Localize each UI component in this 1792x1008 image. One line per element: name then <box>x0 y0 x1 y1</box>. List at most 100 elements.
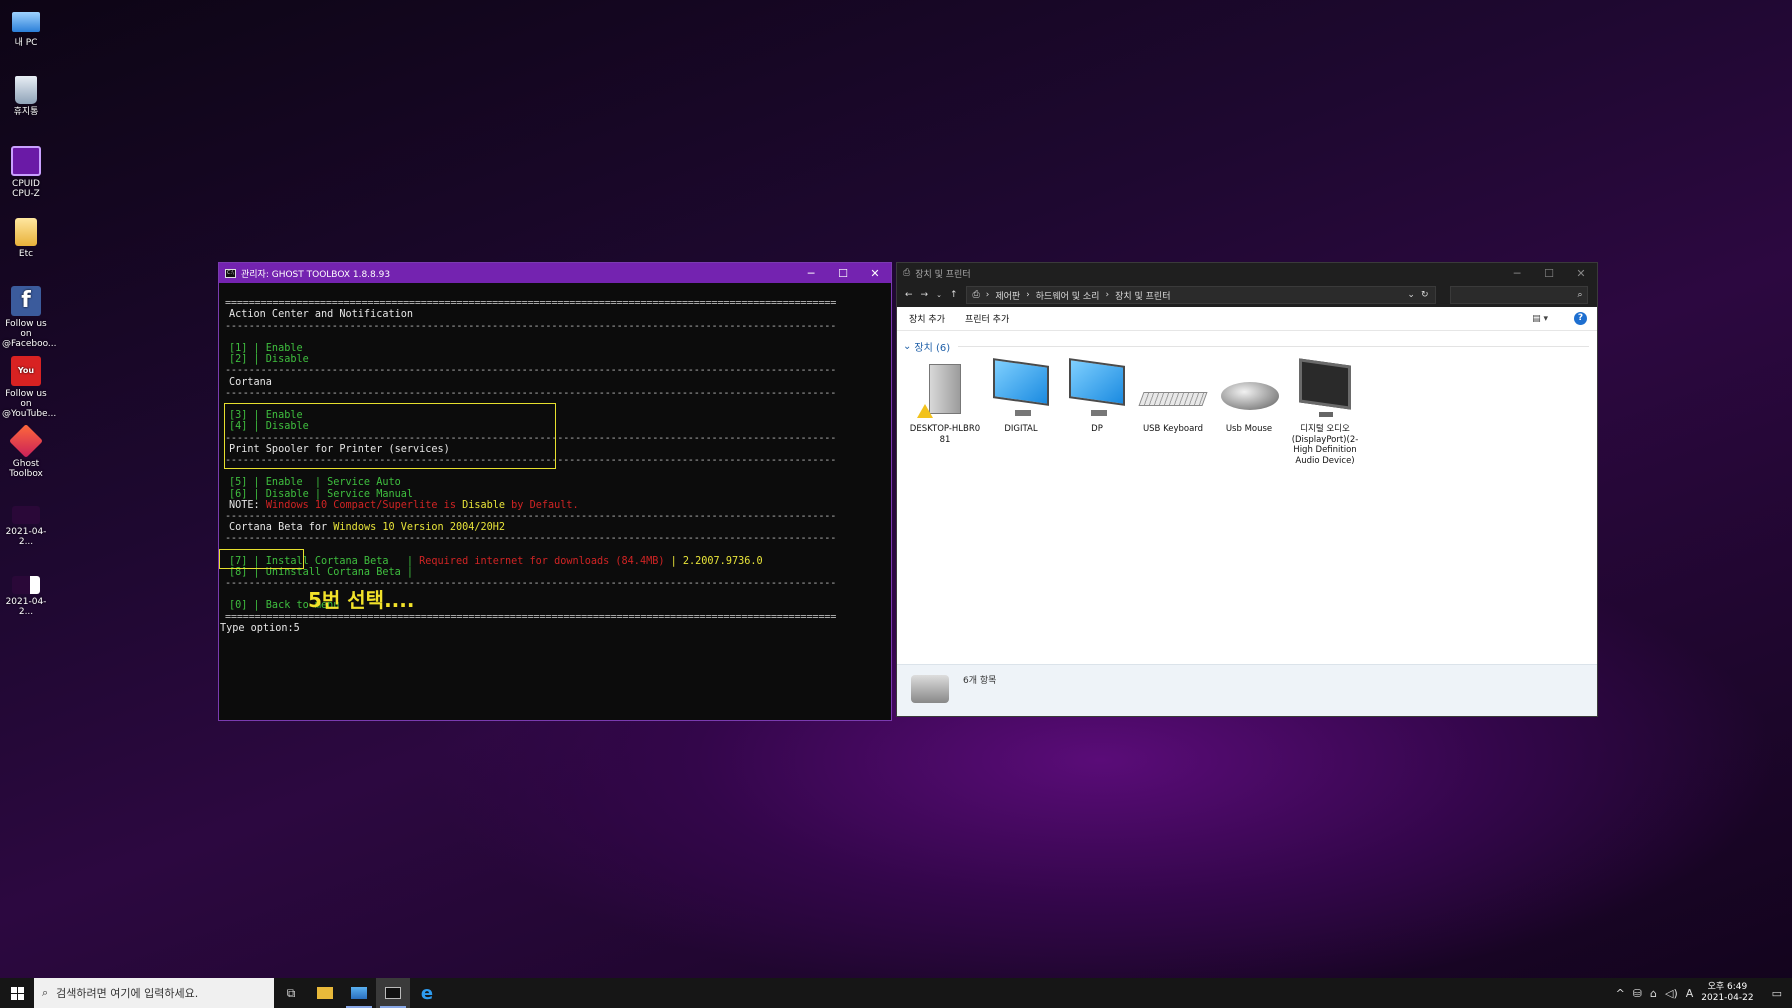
internet-explorer-taskbar-button[interactable]: e <box>410 978 444 1008</box>
section-heading: Action Center and Notification <box>229 309 414 321</box>
folder-icon <box>317 987 333 999</box>
taskbar: ⌕ 검색하려면 여기에 입력하세요. ⧉ e ^ ⛁ ⌂ ◁) A 오후 6:4… <box>0 978 1792 1008</box>
desktop-icon-label: 2021-04-2... <box>5 527 47 547</box>
console-window[interactable]: C:\ 관리자: GHOST TOOLBOX 1.8.8.93 ─ ☐ ✕ ==… <box>218 262 892 721</box>
option-line: [8] | Uninstall Cortana Beta | <box>229 566 414 578</box>
option-line: [6] | Disable | Service Manual <box>229 488 414 500</box>
control-panel-icon: ⎙ <box>972 290 980 300</box>
clock[interactable]: 오후 6:49 2021-04-22 <box>1701 982 1753 1004</box>
desktop-icon-label: 내 PC <box>14 38 38 48</box>
note-text: Windows 10 Compact/Superlite is <box>265 499 463 511</box>
volume-icon[interactable]: ◁) <box>1665 987 1678 1000</box>
cpuz-icon <box>11 146 41 176</box>
input-language[interactable]: A <box>1686 987 1694 1000</box>
devices-group-header[interactable]: ⌄ 장치 (6) <box>897 331 1597 354</box>
device-item[interactable]: DESKTOP-HLBR0 81 <box>907 360 983 466</box>
forward-arrow-icon[interactable]: → <box>921 290 929 300</box>
option-line: [5] | Enable | Service Auto <box>229 477 401 489</box>
option-requirement: Required internet for downloads (84.4MB) <box>419 555 665 567</box>
mouse-icon <box>1211 360 1287 424</box>
printer-camera-icon <box>911 675 949 703</box>
console-prompt[interactable]: Type option:5 <box>220 623 891 634</box>
breadcrumb-item[interactable]: 하드웨어 및 소리 <box>1036 289 1100 302</box>
minimize-button[interactable]: ─ <box>1501 267 1533 280</box>
maximize-button[interactable]: ☐ <box>827 267 859 280</box>
desktop-icon-ghost-toolbox[interactable]: Ghost Toolbox <box>2 424 50 479</box>
warning-icon <box>917 404 933 418</box>
minimize-button[interactable]: ─ <box>795 267 827 280</box>
highlight-box-spooler <box>224 403 556 469</box>
separator: ----------------------------------------… <box>225 510 837 522</box>
close-button[interactable]: ✕ <box>859 267 891 280</box>
explorer-titlebar[interactable]: ⎙ 장치 및 프린터 ─ ☐ ✕ <box>897 263 1597 283</box>
recycle-bin-icon <box>15 76 37 104</box>
file-explorer-taskbar-button[interactable] <box>308 978 342 1008</box>
task-view-button[interactable]: ⧉ <box>274 978 308 1008</box>
clock-date: 2021-04-22 <box>1701 993 1754 1003</box>
internet-explorer-icon: e <box>420 982 434 1004</box>
desktop-icon-screenshot-1[interactable]: 2021-04-2... <box>2 506 50 547</box>
device-item[interactable]: 디지털 오디오 (DisplayPort)(2- High Definition… <box>1287 358 1363 466</box>
close-button[interactable]: ✕ <box>1565 267 1597 280</box>
console-titlebar[interactable]: C:\ 관리자: GHOST TOOLBOX 1.8.8.93 ─ ☐ ✕ <box>219 263 891 283</box>
search-input[interactable]: ⌕ <box>1449 286 1588 304</box>
add-printer-button[interactable]: 프린터 추가 <box>965 312 1009 325</box>
maximize-button[interactable]: ☐ <box>1533 267 1565 280</box>
help-icon[interactable]: ? <box>1574 312 1587 325</box>
device-item[interactable]: DIGITAL <box>983 358 1059 466</box>
desktop-icon-label: Etc <box>18 249 34 259</box>
breadcrumb-item[interactable]: 제어판 <box>995 289 1020 302</box>
device-item[interactable]: DP <box>1059 358 1135 466</box>
device-label: DP <box>1091 424 1103 434</box>
clock-time: 오후 6:49 <box>1707 982 1748 992</box>
folder-icon <box>15 218 37 246</box>
search-placeholder: 검색하려면 여기에 입력하세요. <box>56 987 199 1000</box>
search-icon: ⌕ <box>1577 290 1583 300</box>
computer-icon <box>907 360 983 424</box>
notification-icon[interactable]: ▭ <box>1772 987 1782 1000</box>
start-button[interactable] <box>0 978 34 1008</box>
separator: ----------------------------------------… <box>225 320 837 332</box>
separator: ----------------------------------------… <box>225 533 837 545</box>
desktop-icon-screenshot-2[interactable]: 2021-04-2... <box>2 576 50 617</box>
taskbar-search-input[interactable]: ⌕ 검색하려면 여기에 입력하세요. <box>34 978 274 1008</box>
add-device-button[interactable]: 장치 추가 <box>909 312 945 325</box>
desktop-icon-etc[interactable]: Etc <box>2 218 50 259</box>
desktop-icon-label: Ghost Toolbox <box>9 459 43 479</box>
back-arrow-icon[interactable]: ← <box>905 290 913 300</box>
separator: ----------------------------------------… <box>225 387 837 399</box>
chevron-up-icon[interactable]: ^ <box>1616 987 1625 1000</box>
task-view-icon: ⧉ <box>286 985 296 1000</box>
up-arrow-icon[interactable]: ↑ <box>950 290 958 300</box>
system-tray: ^ ⛁ ⌂ ◁) A 오후 6:49 2021-04-22 ▭ <box>1616 982 1792 1004</box>
refresh-icon[interactable]: ↻ <box>1421 290 1429 300</box>
device-list: DESKTOP-HLBR0 81 DIGITAL DP USB Keyboard <box>897 354 1597 466</box>
network-icon[interactable]: ⌂ <box>1650 987 1657 1000</box>
desktop-icon-facebook[interactable]: f Follow us on @Faceboo... <box>2 286 57 349</box>
device-label: USB Keyboard <box>1142 424 1204 434</box>
youtube-icon: You <box>11 356 41 386</box>
image-file-icon <box>12 506 40 524</box>
control-panel-taskbar-button[interactable] <box>342 978 376 1008</box>
breadcrumb-item[interactable]: 장치 및 프린터 <box>1115 289 1170 302</box>
desktop-icon-recycle-bin[interactable]: 휴지통 <box>2 76 50 117</box>
display-audio-icon <box>1287 358 1363 424</box>
view-options-icon[interactable]: ▤ ▾ <box>1532 314 1548 324</box>
windows-logo-icon <box>10 986 24 1000</box>
facebook-icon: f <box>11 286 41 316</box>
address-bar[interactable]: ⎙ › 제어판 › 하드웨어 및 소리 › 장치 및 프린터 ⌄ ↻ <box>965 286 1436 304</box>
device-item[interactable]: Usb Mouse <box>1211 360 1287 466</box>
group-title: 장치 (6) <box>914 343 951 354</box>
address-dropdown-icon[interactable]: ⌄ <box>1407 290 1415 300</box>
separator: ----------------------------------------… <box>225 365 837 377</box>
desktop-icon-youtube[interactable]: You Follow us on @YouTube... <box>2 356 56 419</box>
computer-icon <box>12 12 40 32</box>
devices-printers-window[interactable]: ⎙ 장치 및 프린터 ─ ☐ ✕ ← → ⌄ ↑ ⎙ › 제어판 › 하드웨어 … <box>896 262 1598 717</box>
desktop-icon-cpuz[interactable]: CPUID CPU-Z <box>2 146 50 199</box>
usb-icon[interactable]: ⛁ <box>1633 987 1642 1000</box>
chevron-down-icon[interactable]: ⌄ <box>936 291 942 299</box>
device-item[interactable]: USB Keyboard <box>1135 360 1211 466</box>
option-version: | 2.2007.9736.0 <box>664 555 763 567</box>
console-taskbar-button[interactable] <box>376 978 410 1008</box>
desktop-icon-my-pc[interactable]: 내 PC <box>2 8 50 48</box>
